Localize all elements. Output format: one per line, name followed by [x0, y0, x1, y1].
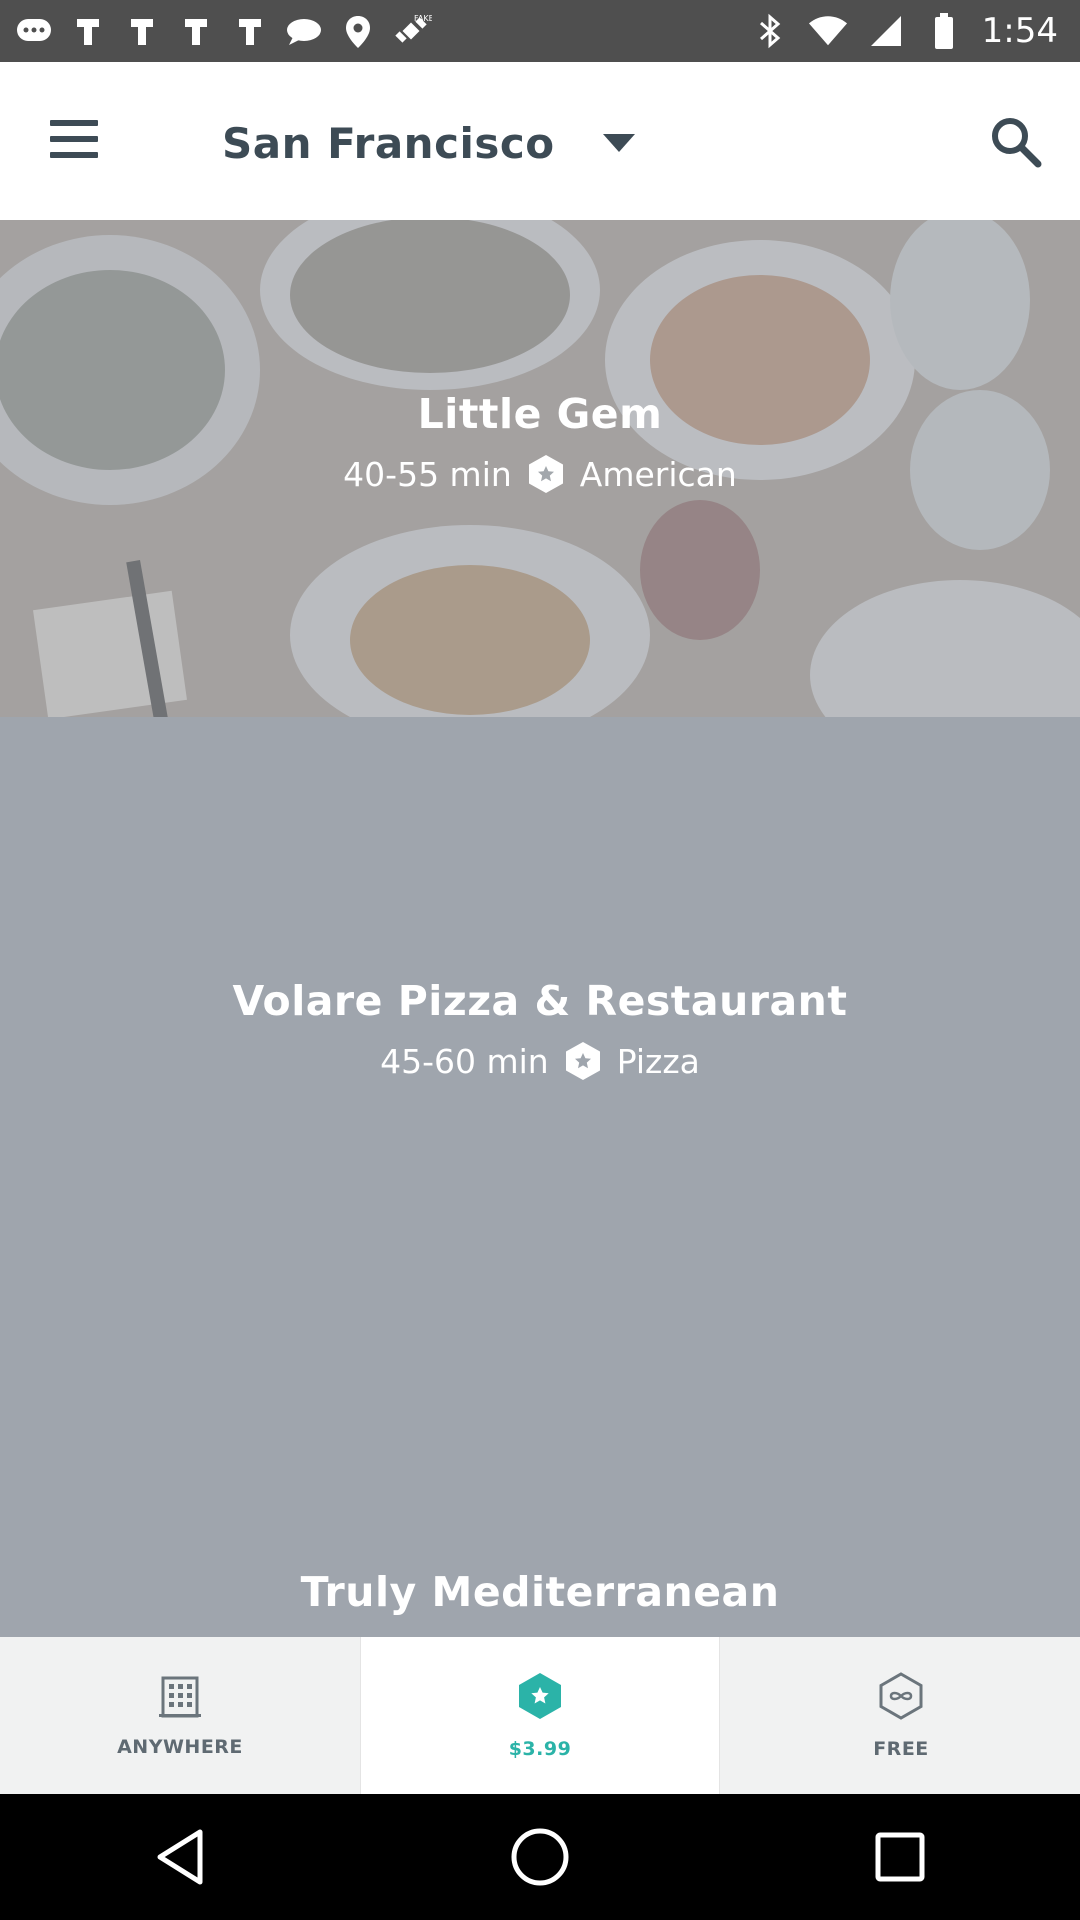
hamburger-menu-icon [50, 120, 98, 158]
restaurant-info: Volare Pizza & Restaurant 45-60 min Pizz… [0, 977, 1080, 1081]
star-hexagon-icon [563, 1041, 603, 1081]
cuisine: Pizza [616, 1041, 700, 1081]
filter-price[interactable]: $3.99 [361, 1637, 719, 1794]
chat-icon [284, 13, 324, 51]
restaurant-meta: 45-60 min Pizza [0, 1041, 1080, 1081]
star-hexagon-icon [526, 454, 566, 494]
cuisine: American [579, 454, 737, 494]
system-icons: 1:54 [750, 8, 1058, 54]
restaurant-meta: 40-55 min American [0, 454, 1080, 494]
screen: FAKE 1:54 San Francisco Little Gem 40-55… [0, 0, 1080, 1920]
recents-icon [875, 1832, 925, 1882]
restaurant-card[interactable]: Little Gem 40-55 min American [0, 220, 1080, 717]
city-dropdown[interactable]: San Francisco [222, 108, 637, 178]
restaurant-card[interactable]: Volare Pizza & Restaurant 45-60 min Pizz… [0, 717, 1080, 1637]
notification-icons: FAKE [14, 12, 432, 52]
search-button[interactable] [980, 106, 1052, 178]
app-icon [68, 13, 108, 51]
recents-button[interactable] [840, 1807, 960, 1907]
filter-anywhere[interactable]: ANYWHERE [0, 1637, 361, 1794]
restaurant-name: Little Gem [417, 390, 663, 438]
app-icon [122, 13, 162, 51]
home-icon [511, 1828, 569, 1886]
search-icon [992, 118, 1042, 168]
building-icon [159, 1676, 201, 1717]
location-icon [338, 13, 378, 51]
app-icon [230, 13, 270, 51]
delivery-time: 45-60 min [380, 1041, 549, 1081]
status-bar: FAKE 1:54 [0, 0, 1080, 62]
message-icon [14, 13, 54, 51]
status-time: 1:54 [981, 11, 1058, 51]
menu-button[interactable] [38, 106, 110, 172]
back-icon [157, 1829, 203, 1885]
filter-free[interactable]: FREE [719, 1637, 1080, 1794]
infinity-hexagon-icon [879, 1671, 923, 1720]
restaurant-name[interactable]: Truly Mediterranean [0, 1568, 1080, 1616]
battery-icon [924, 12, 964, 50]
restaurant-info: Little Gem 40-55 min American [0, 390, 1080, 494]
back-button[interactable] [120, 1807, 240, 1907]
city-name: San Francisco [222, 118, 555, 168]
caret-down-icon [602, 134, 635, 152]
app-icon [176, 13, 216, 51]
bluetooth-icon [750, 12, 790, 50]
signal-icon [866, 12, 906, 50]
app-bar: San Francisco [0, 62, 1080, 221]
svg-text:FAKE: FAKE [414, 14, 432, 23]
filter-label: FREE [873, 1737, 929, 1760]
navigation-bar [0, 1794, 1080, 1920]
star-hexagon-icon [519, 1672, 561, 1719]
home-button[interactable] [480, 1807, 600, 1907]
wifi-icon [808, 12, 848, 50]
delivery-time: 40-55 min [343, 454, 512, 494]
filter-label: $3.99 [508, 1737, 572, 1760]
restaurant-name: Volare Pizza & Restaurant [232, 977, 848, 1025]
filter-bar: ANYWHERE $3.99 FREE [0, 1637, 1080, 1794]
filter-label: ANYWHERE [117, 1735, 243, 1758]
fake-gps-icon: FAKE [392, 13, 432, 51]
